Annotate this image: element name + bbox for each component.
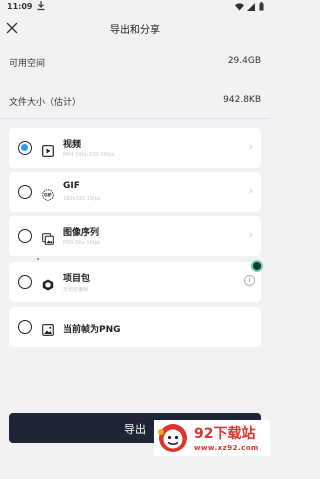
available-space-row: 可用空间 29.4GB <box>0 54 270 70</box>
status-bar: 11:09 <box>0 0 270 14</box>
image-icon <box>42 321 54 336</box>
navigation-bar <box>0 456 270 479</box>
floating-assistant-icon[interactable] <box>251 260 263 272</box>
svg-text:GIF: GIF <box>44 193 52 198</box>
chevron-right-icon: › <box>248 184 253 197</box>
watermark-title: 92下载站 <box>194 426 256 442</box>
chevron-right-icon: › <box>248 228 253 241</box>
file-size-value: 942.8KB <box>223 95 261 105</box>
package-icon <box>42 276 54 291</box>
format-label: 图像序列 <box>63 228 100 238</box>
format-option-gif[interactable]: GIF GIF 180x320 15fps › <box>9 172 261 212</box>
format-label: 当前帧为PNG <box>63 325 121 335</box>
format-sub: 180x320 15fps <box>63 196 101 202</box>
radio-unselected[interactable] <box>18 229 32 243</box>
radio-unselected[interactable] <box>18 275 32 289</box>
divider <box>0 118 270 119</box>
wifi-icon <box>234 2 244 10</box>
image-sequence-icon <box>42 230 54 245</box>
info-icon[interactable]: i <box>244 275 255 286</box>
page-title: 导出和分享 <box>110 25 160 36</box>
radio-unselected[interactable] <box>18 185 32 199</box>
format-sub: MP4 540p 100 30fps <box>63 152 115 158</box>
format-label: GIF <box>63 181 80 191</box>
dialog-header: 导出和分享 <box>0 14 270 44</box>
format-sub: 无预览编辑 <box>63 287 89 293</box>
watermark-logo-icon <box>157 423 189 453</box>
gif-icon: GIF <box>42 186 54 201</box>
available-space-value: 29.4GB <box>227 56 261 66</box>
video-file-icon <box>42 142 54 157</box>
cellular-icon <box>247 2 256 11</box>
status-icons <box>234 2 264 11</box>
available-space-label: 可用空间 <box>9 59 46 69</box>
format-option-video[interactable]: 视频 MP4 540p 100 30fps › <box>9 128 261 168</box>
format-option-image-sequence[interactable]: 图像序列 PNG 56p 15fps › <box>9 216 261 256</box>
format-label: 项目包 <box>63 274 91 284</box>
battery-icon <box>259 2 264 11</box>
chevron-right-icon: › <box>248 140 253 153</box>
file-size-label: 文件大小（估计） <box>9 98 82 108</box>
watermark: 92下载站 www.xz92.com <box>154 420 270 456</box>
decorative-dot <box>37 258 39 260</box>
status-time: 11:09 <box>7 2 33 11</box>
watermark-url: www.xz92.com <box>194 444 259 452</box>
export-button-label: 导出 <box>124 423 146 436</box>
file-size-row: 文件大小（估计） 942.8KB <box>0 93 270 109</box>
radio-selected[interactable] <box>18 141 32 155</box>
download-icon <box>37 1 45 13</box>
format-option-project-package[interactable]: 项目包 无预览编辑 i <box>9 262 261 302</box>
format-sub: PNG 56p 15fps <box>63 240 101 246</box>
format-option-current-frame-png[interactable]: 当前帧为PNG <box>9 307 261 347</box>
format-label: 视频 <box>63 140 82 150</box>
radio-unselected[interactable] <box>18 320 32 334</box>
